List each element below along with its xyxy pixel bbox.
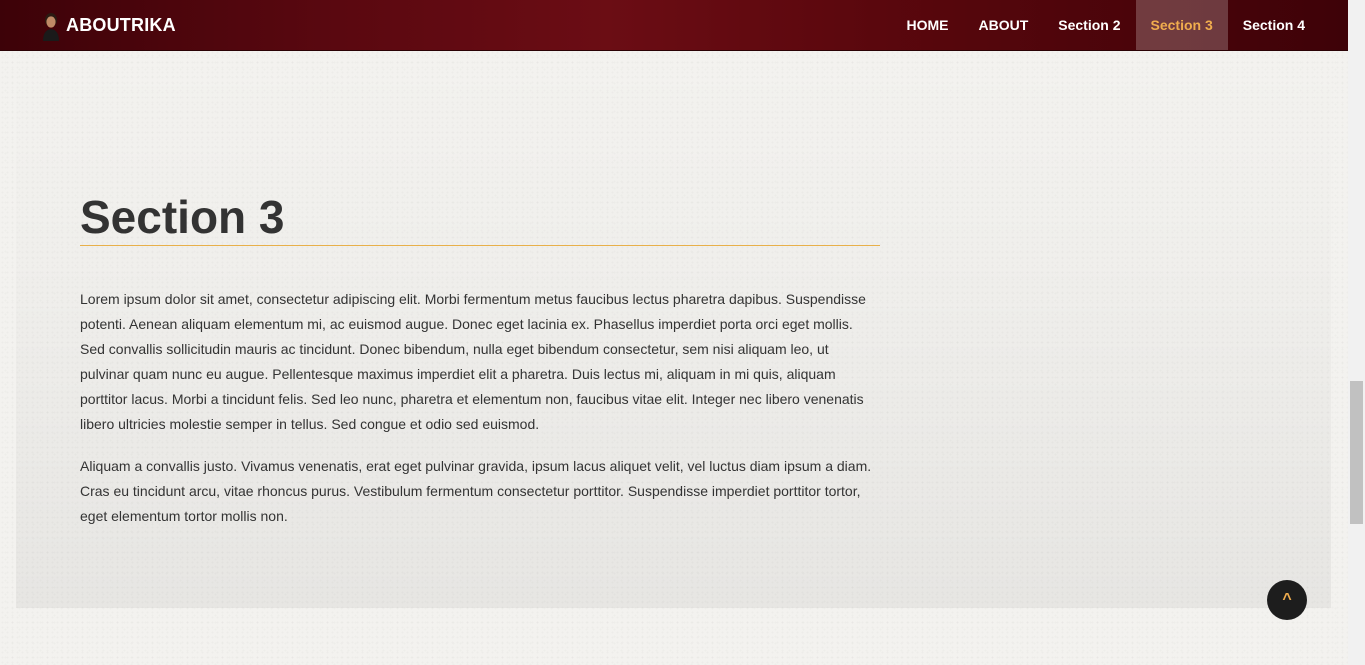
brand-name: ABOUTRIKA: [66, 15, 176, 35]
brand-link[interactable]: ABOUTRIKA: [40, 10, 176, 41]
section-paragraph-1: Lorem ipsum dolor sit amet, consectetur …: [80, 291, 866, 432]
nav-item-about[interactable]: ABOUT: [963, 0, 1043, 50]
scrollbar-track[interactable]: [1348, 0, 1365, 665]
section-paragraph-2: Aliquam a convallis justo. Vivamus venen…: [80, 458, 872, 524]
nav-item-section-2[interactable]: Section 2: [1043, 0, 1135, 50]
back-to-top-button[interactable]: ^: [1267, 580, 1307, 620]
player-avatar-icon: [43, 12, 59, 41]
title-divider: [80, 245, 880, 246]
nav-item-section-3[interactable]: Section 3: [1135, 0, 1228, 50]
nav-item-section-4[interactable]: Section 4: [1228, 0, 1320, 50]
nav-item-home[interactable]: HOME: [891, 0, 963, 50]
section-title: Section 3: [80, 191, 285, 243]
nav-menu: HOME ABOUT Section 2 Section 3 Section 4: [891, 0, 1320, 50]
scrollbar-thumb[interactable]: [1350, 381, 1363, 524]
top-navbar: ABOUTRIKA HOME ABOUT Section 2 Section 3…: [0, 0, 1348, 51]
